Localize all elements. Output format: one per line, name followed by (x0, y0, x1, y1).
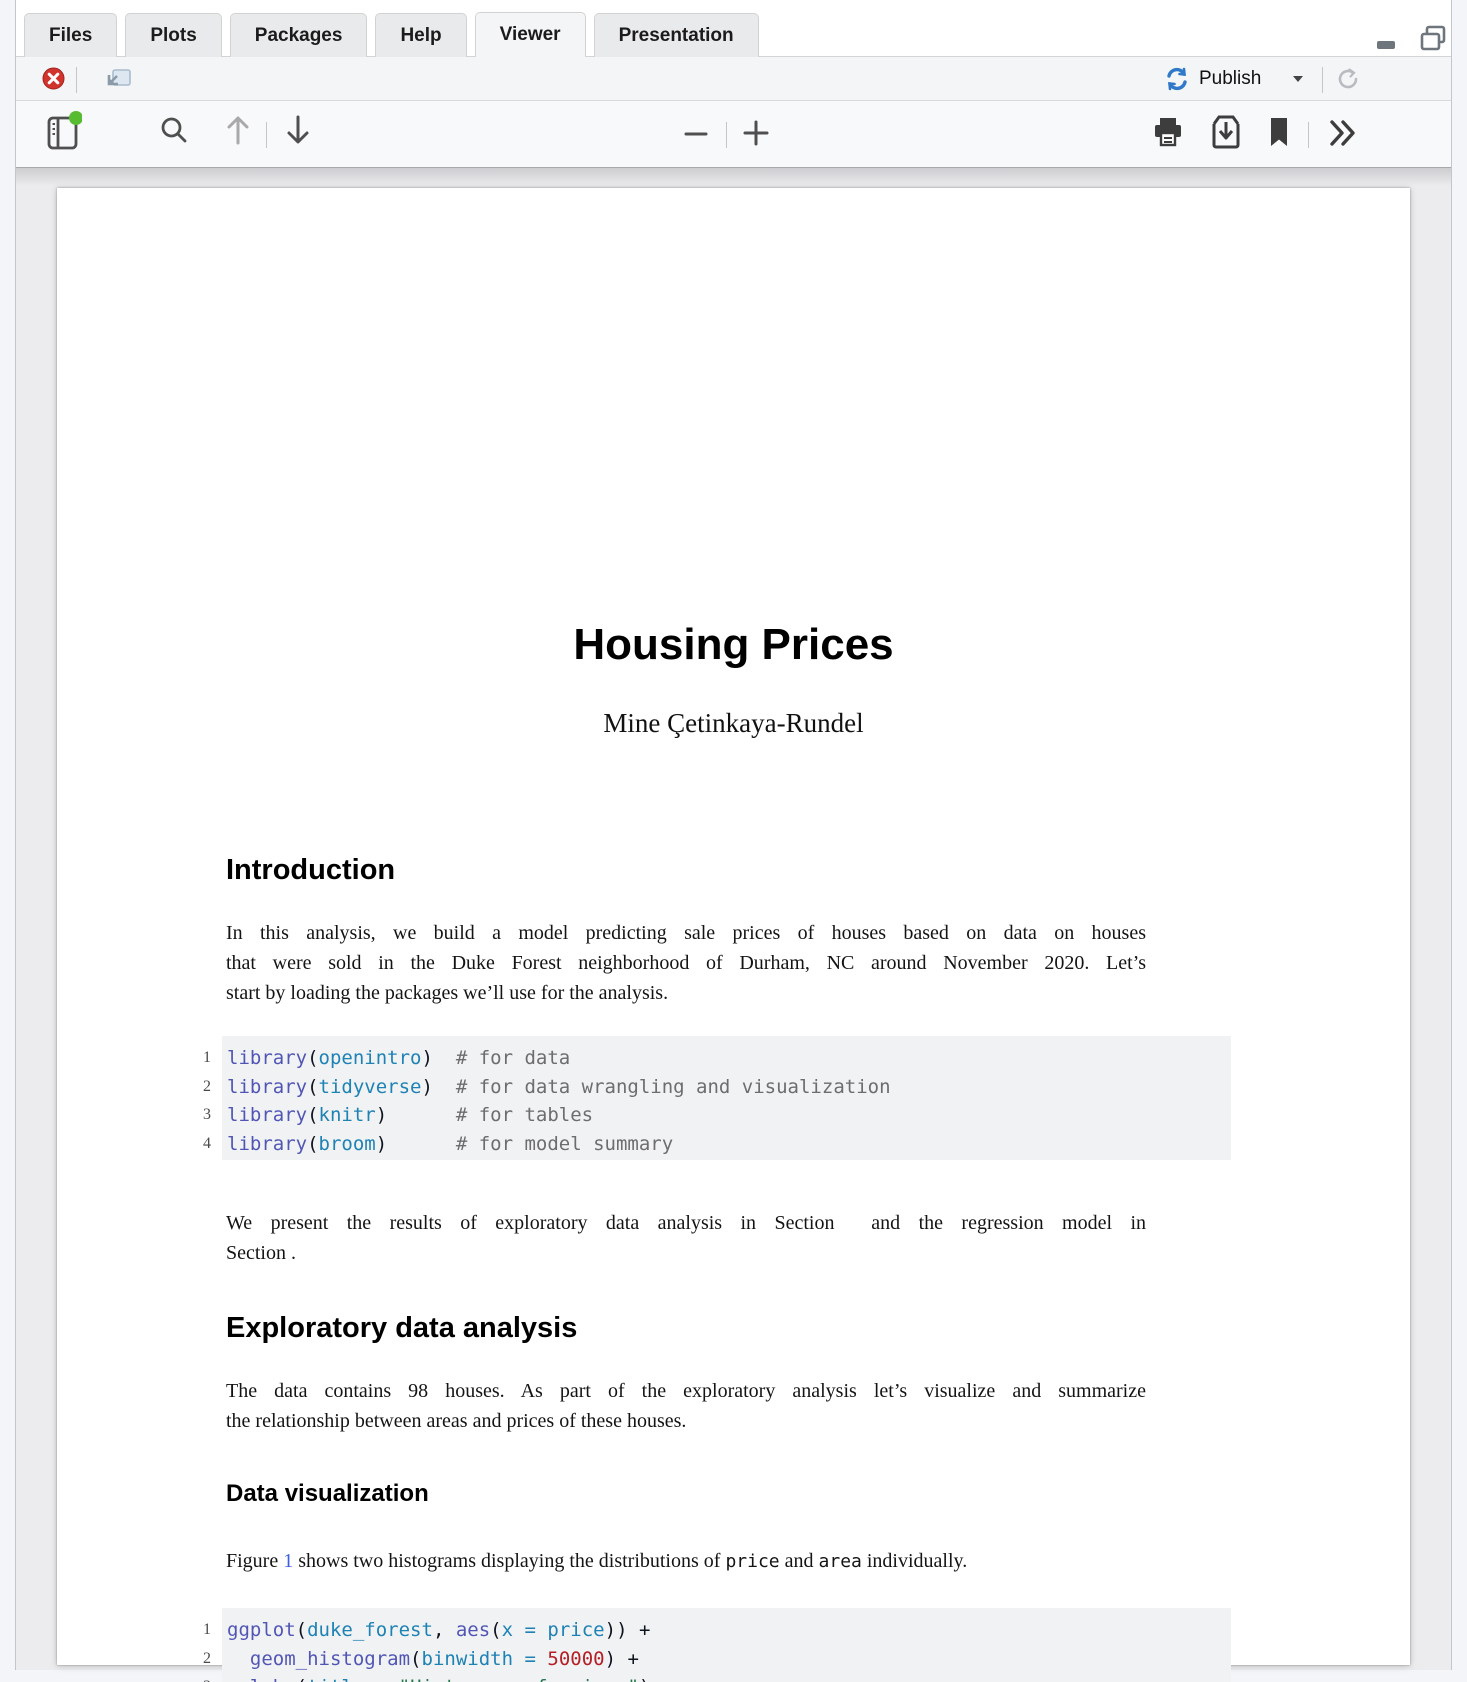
more-tools-icon[interactable] (1322, 116, 1360, 150)
sidebar-toggle-icon[interactable] (46, 109, 82, 151)
page-down-icon[interactable] (282, 112, 314, 148)
dropdown-caret-icon[interactable] (1290, 73, 1306, 85)
line-number: 4 (190, 1130, 211, 1159)
search-icon[interactable] (158, 114, 190, 146)
line-number: 1 (190, 1044, 211, 1073)
popout-icon[interactable] (104, 65, 134, 93)
tab-viewer[interactable]: Viewer (475, 12, 586, 57)
print-icon[interactable] (1150, 114, 1186, 150)
inline-code: area (819, 1551, 862, 1572)
tab-plots[interactable]: Plots (125, 13, 221, 57)
document-title: Housing Prices (57, 620, 1410, 670)
line-number: 1 (190, 1616, 211, 1645)
paragraph-intro: In this analysis, we build a model predi… (226, 918, 1146, 1008)
tab-help[interactable]: Help (375, 13, 466, 57)
code-line: 3 labs(title = "Histogram of prices") (190, 1673, 650, 1682)
heading-introduction: Introduction (226, 854, 395, 887)
pdf-page: Housing Prices Mine Çetinkaya-Rundel Int… (57, 188, 1410, 1665)
toolbar-separator (76, 67, 77, 93)
toolbar-separator (266, 122, 267, 148)
pane-tab-bar: Files Plots Packages Help Viewer Present… (16, 0, 1451, 57)
code-line: 2 geom_histogram(binwidth = 50000) + (190, 1645, 650, 1674)
line-number: 3 (190, 1673, 211, 1682)
inline-code: price (725, 1551, 779, 1572)
minimize-pane-icon[interactable] (1372, 28, 1400, 54)
paragraph-sections: We present the results of exploratory da… (226, 1208, 1146, 1268)
zoom-in-icon[interactable] (740, 117, 772, 149)
tab-files[interactable]: Files (24, 13, 117, 57)
paragraph-eda: The data contains 98 houses. As part of … (226, 1376, 1146, 1436)
code-line: 1ggplot(duke_forest, aes(x = price)) + (190, 1616, 650, 1645)
bookmark-icon[interactable] (1266, 114, 1292, 150)
line-number: 2 (190, 1645, 211, 1674)
zoom-out-icon[interactable] (680, 119, 712, 149)
rstudio-viewer-window: Files Plots Packages Help Viewer Present… (0, 0, 1467, 1682)
code-line: 3library(knitr) # for tables (190, 1101, 891, 1130)
toolbar-separator (1322, 67, 1323, 93)
tab-packages[interactable]: Packages (230, 13, 368, 57)
maximize-pane-icon[interactable] (1416, 22, 1450, 54)
line-number: 2 (190, 1073, 211, 1102)
code-block-libraries: 1library(openintro) # for data2library(t… (190, 1044, 891, 1158)
paragraph-figure: Figure 1 shows two histograms displaying… (226, 1546, 1186, 1577)
pdf-toolbar: of 4 Automatic Zoom (16, 101, 1451, 168)
toolbar-separator (726, 122, 727, 148)
line-number: 3 (190, 1101, 211, 1130)
figure-link[interactable]: 1 (283, 1550, 293, 1572)
pane-tabs: Files Plots Packages Help Viewer Present… (24, 12, 759, 57)
code-line: 2library(tidyverse) # for data wrangling… (190, 1073, 891, 1102)
code-line: 1library(openintro) # for data (190, 1044, 891, 1073)
heading-eda: Exploratory data analysis (226, 1312, 577, 1345)
code-block-ggplot: 1ggplot(duke_forest, aes(x = price)) +2 … (190, 1616, 650, 1682)
stop-icon[interactable] (41, 66, 65, 90)
sidebar-badge (69, 111, 82, 125)
download-icon[interactable] (1208, 113, 1244, 151)
heading-data-visualization: Data visualization (226, 1480, 429, 1508)
toolbar-separator (1308, 122, 1309, 148)
publish-sync-icon (1164, 66, 1190, 92)
tab-presentation[interactable]: Presentation (594, 13, 759, 57)
document-author: Mine Çetinkaya-Rundel (57, 708, 1410, 739)
page-up-icon[interactable] (222, 112, 254, 148)
viewer-toolbar: Publish (16, 57, 1451, 101)
code-line: 4library(broom) # for model summary (190, 1130, 891, 1159)
refresh-icon[interactable] (1334, 65, 1362, 93)
publish-button[interactable]: Publish (1199, 68, 1261, 90)
